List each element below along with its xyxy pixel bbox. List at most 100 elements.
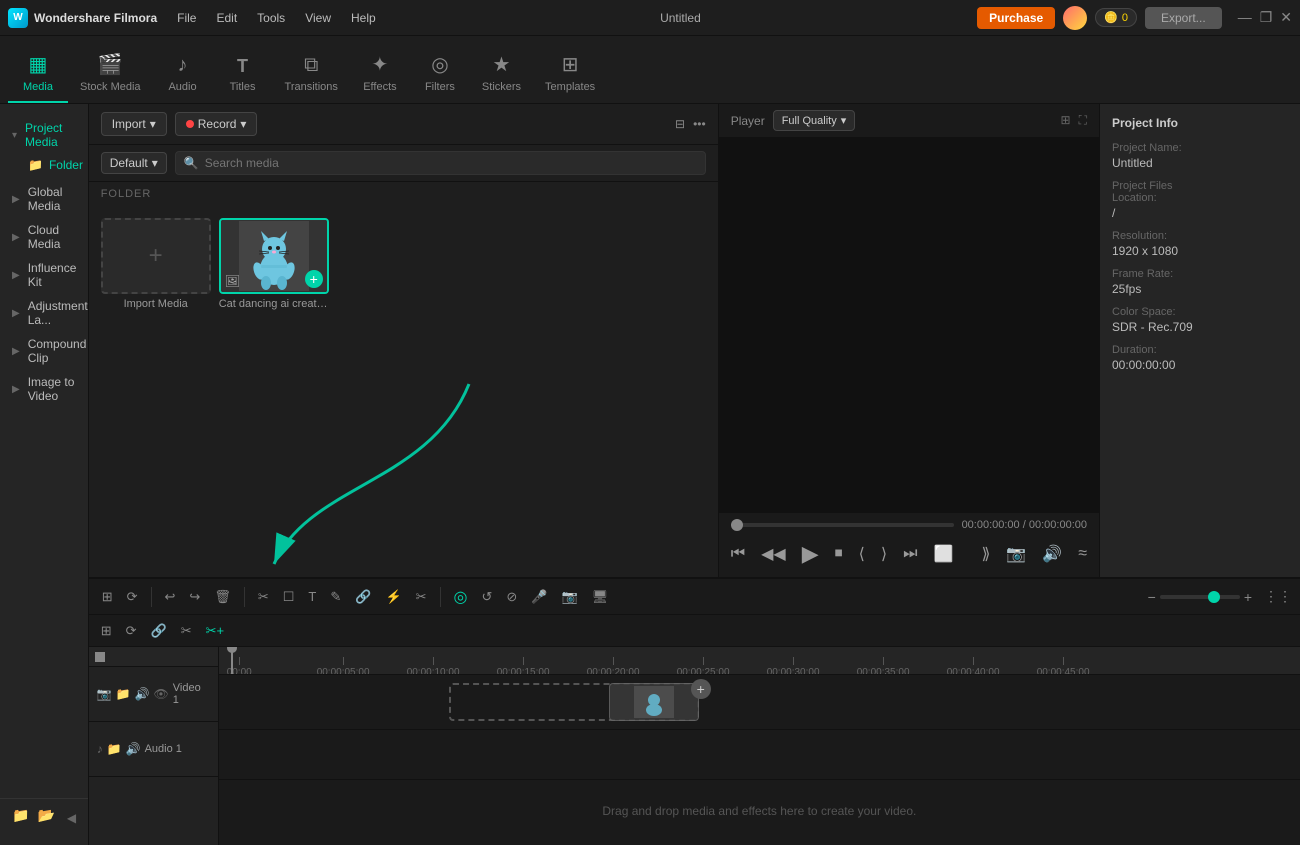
timeline-loop-button[interactable]: ↺ [477, 586, 498, 608]
export-button[interactable]: Export... [1145, 7, 1222, 29]
menu-file[interactable]: File [169, 9, 204, 27]
tl-sub-refresh-button[interactable]: ⟳ [122, 621, 141, 641]
tl-sub-ripple-button[interactable]: ✂+ [202, 621, 228, 641]
add-clip-button[interactable]: + [691, 679, 711, 699]
menu-edit[interactable]: Edit [208, 9, 245, 27]
sidebar-collapse-button[interactable]: ◀ [63, 807, 80, 829]
media-filter-icon[interactable]: ⊟ [675, 117, 685, 131]
playhead-handle[interactable] [95, 652, 105, 662]
media-more-icon[interactable]: ••• [693, 117, 706, 131]
tl-sub-grid-button[interactable]: ⊞ [97, 621, 116, 641]
playhead-head[interactable] [227, 647, 237, 653]
zoom-in-icon[interactable]: + [1244, 589, 1252, 605]
eye-track-icon[interactable]: 👁 [154, 687, 169, 701]
audio1-volume-icon[interactable]: 🔊 [126, 742, 141, 756]
tab-transitions[interactable]: ⧉ Transitions [273, 48, 350, 103]
tab-titles[interactable]: T Titles [213, 50, 273, 103]
timeline-split-button[interactable]: ✂ [411, 586, 432, 608]
timeline-mic-button[interactable]: 🎤 [526, 586, 552, 608]
timeline-delete-button[interactable]: 🗑 [209, 586, 236, 608]
maximize-button[interactable]: ❐ [1260, 9, 1273, 26]
menu-tools[interactable]: Tools [249, 9, 293, 27]
tab-templates[interactable]: ⊞ Templates [533, 46, 607, 103]
timeline-add-track-button[interactable]: ⊞ [97, 586, 118, 608]
sidebar-item-project-media[interactable]: ▾ Project Media [0, 116, 88, 154]
prev-frame-button[interactable]: ⏮ [731, 545, 745, 563]
user-avatar[interactable] [1063, 6, 1087, 30]
audio-track-icon[interactable]: 🔊 [135, 687, 150, 701]
tab-audio[interactable]: ♪ Audio [153, 48, 213, 103]
clip-add-button[interactable]: + [305, 270, 323, 288]
menu-view[interactable]: View [297, 9, 339, 27]
timeline-group-button[interactable]: 🔗 [350, 586, 376, 608]
default-select[interactable]: Default ▾ [101, 152, 167, 174]
zoom-out-icon[interactable]: − [1148, 589, 1156, 605]
tab-media[interactable]: ▦ Media [8, 46, 68, 103]
timeline-camera-button[interactable]: 📷 [557, 586, 583, 608]
timeline-screen-button[interactable]: 🖥 [587, 586, 614, 608]
zoom-slider[interactable] [1160, 595, 1240, 599]
sidebar-folder[interactable]: 📁 Folder [0, 154, 88, 176]
import-media-item[interactable]: + Import Media [101, 218, 211, 310]
playhead[interactable] [231, 647, 233, 674]
search-input[interactable] [205, 156, 697, 170]
tl-sub-link-button[interactable]: 🔗 [147, 621, 171, 641]
sidebar-item-cloud-media[interactable]: ▶ Cloud Media [0, 218, 88, 256]
mark-out-button[interactable]: ⟩ [881, 544, 887, 564]
import-thumb[interactable]: + [101, 218, 211, 294]
color-space-value: SDR - Rec.709 [1112, 320, 1288, 334]
sidebar-item-adjustment[interactable]: ▶ Adjustment La... [0, 294, 88, 332]
stop-button[interactable]: ⏹ [835, 545, 843, 563]
tab-stickers[interactable]: ★ Stickers [470, 46, 533, 103]
purchase-button[interactable]: Purchase [977, 7, 1055, 29]
tab-effects[interactable]: ✦ Effects [350, 46, 410, 103]
sidebar-item-compound-clip[interactable]: ▶ Compound Clip [0, 332, 88, 370]
tab-stock-media[interactable]: 🎬 Stock Media [68, 46, 153, 103]
timeline-speed-button[interactable]: ◎ [449, 584, 473, 610]
grid-view-icon[interactable]: ⊞ [1061, 113, 1071, 128]
sidebar-item-global-media[interactable]: ▶ Global Media [0, 180, 88, 218]
timeline-redo-button[interactable]: ↪ [184, 586, 205, 608]
snapshot-button[interactable]: 📷 [1006, 544, 1026, 564]
minimize-button[interactable]: — [1238, 9, 1252, 26]
player-progress-bar[interactable] [731, 523, 954, 527]
add-marker-button[interactable]: ⟫ [981, 544, 990, 564]
timeline-undo-button[interactable]: ↩ [160, 586, 181, 608]
sidebar-item-influence-kit[interactable]: ▶ Influence Kit [0, 256, 88, 294]
new-folder-icon[interactable]: 📁 [12, 807, 29, 829]
menu-help[interactable]: Help [343, 9, 384, 27]
timeline-crop-button[interactable]: ☐ [278, 586, 300, 608]
zoom-thumb[interactable] [1208, 591, 1220, 603]
next-frame-button[interactable]: ⏭ [903, 545, 917, 563]
mark-in-button[interactable]: ⟨ [859, 544, 865, 564]
timeline-fx-button[interactable]: ⚡ [380, 586, 406, 608]
audio-button[interactable]: 🔊 [1042, 544, 1062, 564]
camera-track-icon[interactable]: 📷 [97, 687, 112, 701]
crop-button[interactable]: ⬜ [934, 544, 954, 564]
lock-track-icon[interactable]: 📁 [116, 687, 131, 701]
timeline-marker-button[interactable]: ⊘ [501, 586, 522, 608]
quality-select[interactable]: Full Quality ▾ [773, 110, 856, 131]
tl-sub-cut-button[interactable]: ✂ [177, 621, 196, 641]
sidebar-item-image-to-video[interactable]: ▶ Image to Video [0, 370, 88, 408]
timeline-more-icon[interactable]: ⋮⋮ [1264, 588, 1292, 605]
timeline-magnet-button[interactable]: ⟳ [122, 586, 143, 608]
timeline-text-button[interactable]: T [303, 586, 321, 607]
timeline-cut-button[interactable]: ✂ [253, 586, 274, 608]
cat-clip-item[interactable]: 🖼 + Cat dancing ai created... [219, 218, 329, 310]
close-button[interactable]: ✕ [1280, 9, 1292, 26]
ruler-mark-5: 00:00:25:00 [677, 657, 730, 676]
tab-filters[interactable]: ◎ Filters [410, 46, 470, 103]
audio1-folder-icon[interactable]: 📁 [107, 742, 122, 756]
settings-button[interactable]: ≈ [1078, 545, 1087, 563]
import-button[interactable]: Import ▾ [101, 112, 167, 136]
rewind-button[interactable]: ◀◀ [761, 544, 786, 564]
add-folder-icon[interactable]: 📂 [37, 807, 54, 829]
record-button[interactable]: Record ▾ [175, 112, 258, 136]
cat-clip-thumb[interactable]: 🖼 + [219, 218, 329, 294]
audio1-icon[interactable]: ♪ [97, 742, 103, 756]
player-progress-thumb[interactable] [731, 519, 743, 531]
play-button[interactable]: ▶ [802, 541, 819, 567]
fullscreen-icon[interactable]: ⛶ [1079, 113, 1087, 128]
timeline-paint-button[interactable]: ✎ [325, 586, 346, 608]
